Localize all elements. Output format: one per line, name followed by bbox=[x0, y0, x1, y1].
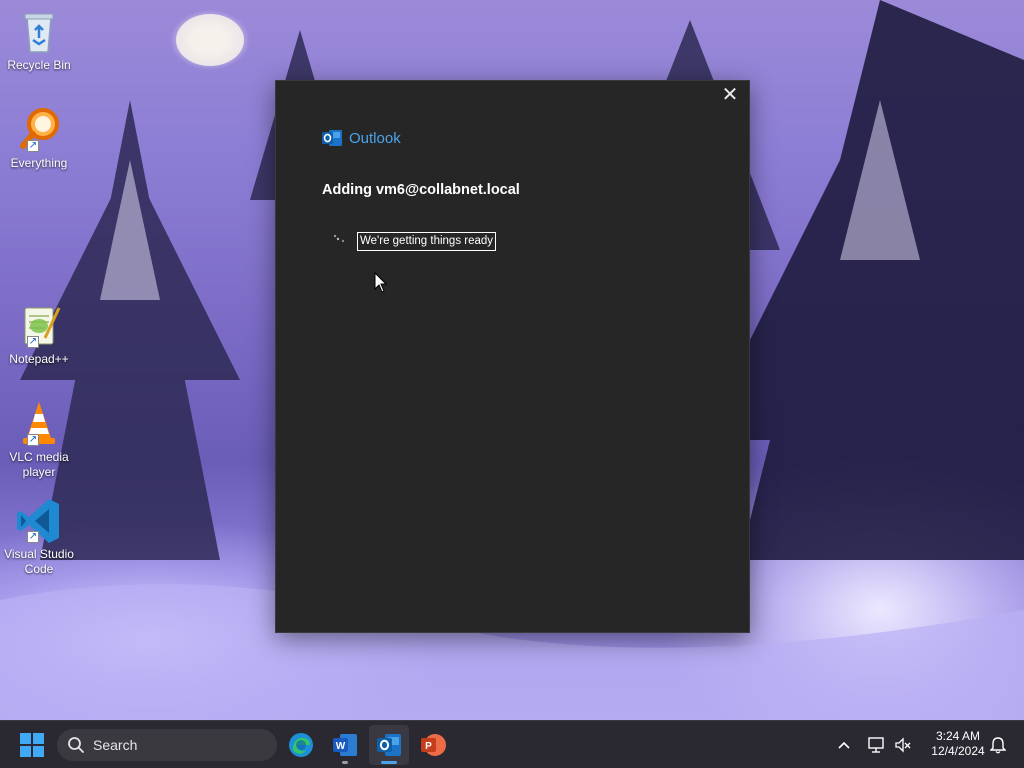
taskbar-search-box[interactable]: Search bbox=[57, 729, 277, 761]
taskbar: Search W P 3:24 AM 12/4/2024 bbox=[0, 720, 1024, 768]
desktop-icon-vlc[interactable]: ↗ VLC media player bbox=[2, 400, 76, 480]
vscode-icon: ↗ bbox=[15, 497, 63, 545]
svg-text:P: P bbox=[425, 741, 432, 752]
windows-logo-icon bbox=[20, 733, 44, 757]
desktop-icon-everything[interactable]: ↗ Everything bbox=[2, 106, 76, 171]
close-icon: ✕ bbox=[721, 84, 739, 106]
network-icon bbox=[868, 737, 884, 753]
outlook-account-dialog: ✕ Outlook Adding vm6@collabnet.local We'… bbox=[275, 80, 750, 633]
notifications-button[interactable] bbox=[984, 725, 1012, 765]
running-indicator bbox=[342, 761, 348, 764]
show-hidden-icons-button[interactable] bbox=[826, 725, 862, 765]
notepad-plus-plus-icon: ↗ bbox=[15, 302, 63, 350]
bell-icon bbox=[990, 737, 1006, 754]
shortcut-arrow-icon: ↗ bbox=[27, 140, 39, 152]
desktop-icon-label: Recycle Bin bbox=[7, 58, 71, 72]
app-brand: Outlook bbox=[322, 129, 401, 147]
edge-icon bbox=[289, 733, 313, 757]
chevron-up-icon bbox=[838, 741, 850, 749]
taskbar-app-powerpoint[interactable]: P bbox=[413, 725, 453, 765]
loading-spinner-icon bbox=[333, 234, 345, 243]
active-indicator bbox=[381, 761, 397, 764]
desktop-icon-label: Everything bbox=[10, 156, 68, 170]
search-label: Search bbox=[93, 737, 138, 753]
status-message: We're getting things ready bbox=[357, 232, 497, 251]
desktop-icon-vscode[interactable]: ↗ Visual Studio Code bbox=[2, 497, 76, 577]
desktop-icon-notepad-plus-plus[interactable]: ↗ Notepad++ bbox=[2, 302, 76, 367]
mouse-pointer-icon bbox=[374, 272, 388, 293]
everything-search-icon: ↗ bbox=[15, 106, 63, 154]
shortcut-arrow-icon: ↗ bbox=[27, 531, 39, 543]
dialog-heading: Adding vm6@collabnet.local bbox=[322, 182, 520, 198]
start-button[interactable] bbox=[12, 725, 52, 765]
search-icon bbox=[68, 737, 84, 753]
network-status-button[interactable] bbox=[862, 725, 890, 765]
taskbar-app-edge[interactable] bbox=[281, 725, 321, 765]
desktop-icon-recycle-bin[interactable]: Recycle Bin bbox=[2, 8, 76, 73]
vlc-cone-icon: ↗ bbox=[15, 400, 63, 448]
desktop-icon-label: Visual Studio Code bbox=[4, 547, 74, 576]
word-icon: W bbox=[333, 734, 357, 756]
outlook-icon bbox=[377, 734, 401, 756]
taskbar-app-outlook[interactable] bbox=[369, 725, 409, 765]
desktop-icon-label: Notepad++ bbox=[9, 352, 69, 366]
app-name: Outlook bbox=[349, 129, 401, 147]
outlook-icon bbox=[322, 130, 342, 146]
svg-text:W: W bbox=[336, 741, 346, 752]
volume-button[interactable] bbox=[890, 725, 916, 765]
speaker-muted-icon bbox=[895, 737, 911, 753]
recycle-bin-icon bbox=[15, 8, 63, 56]
taskbar-app-word[interactable]: W bbox=[325, 725, 365, 765]
shortcut-arrow-icon: ↗ bbox=[27, 336, 39, 348]
powerpoint-icon: P bbox=[421, 734, 446, 756]
close-button[interactable]: ✕ bbox=[717, 85, 743, 107]
shortcut-arrow-icon: ↗ bbox=[27, 434, 39, 446]
desktop-icon-label: VLC media player bbox=[9, 450, 69, 479]
